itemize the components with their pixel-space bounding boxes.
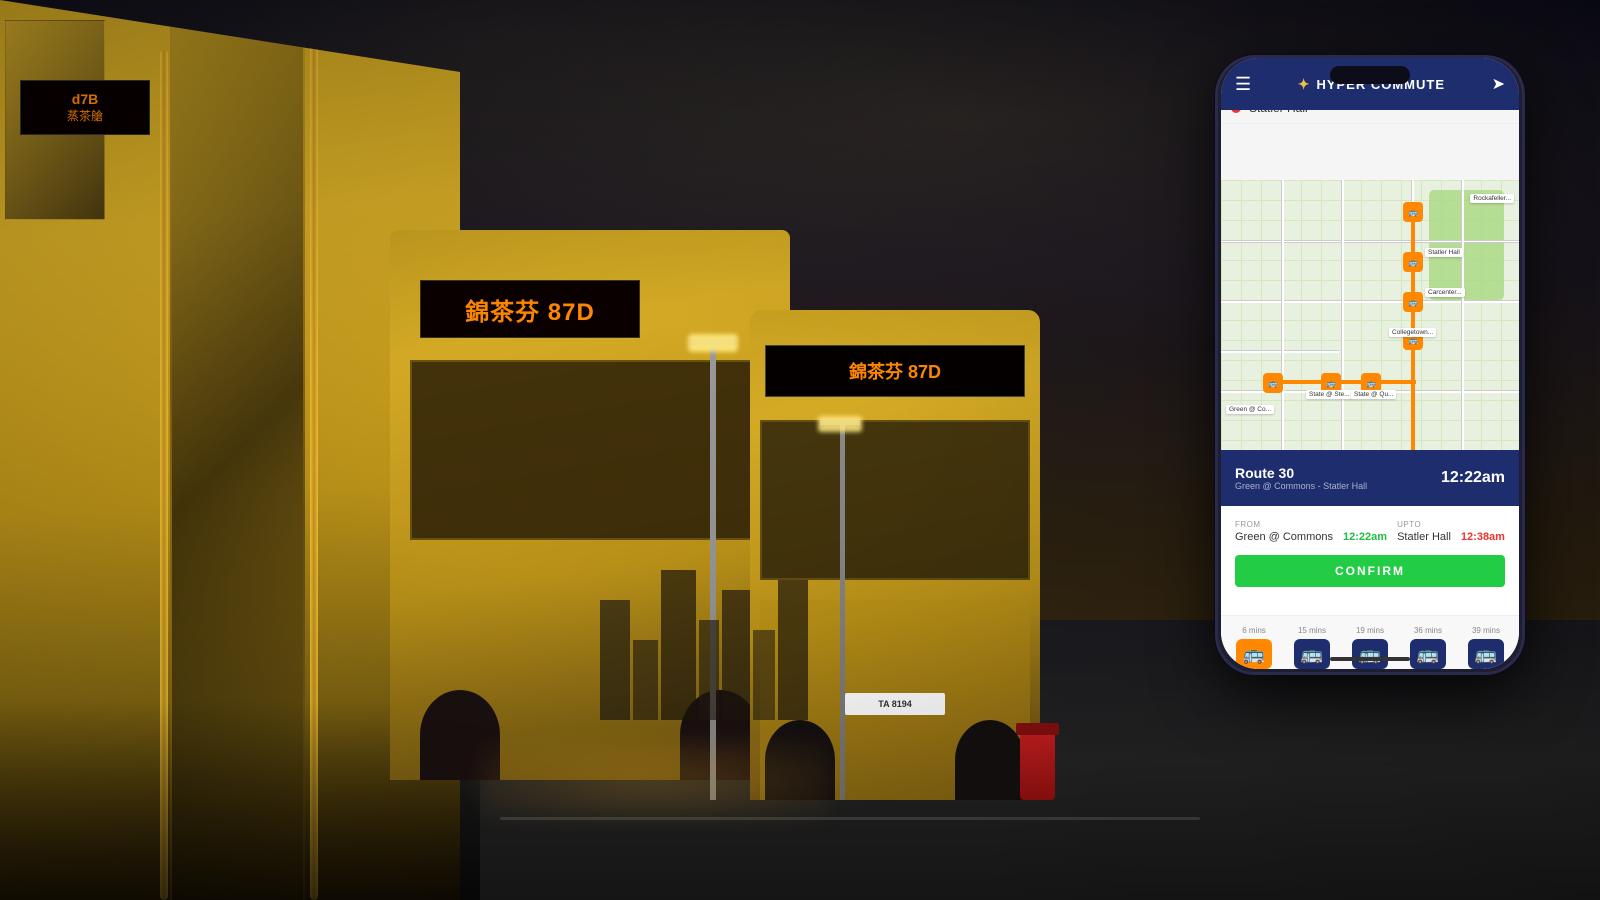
label-state-ste: State @ Ste... [1306,390,1353,399]
phone-mockup: ☰ ✦ HYPER COMMUTE ➤ Green @ Commons ✕ St… [1215,55,1525,675]
route-departure-time: 12:22am [1441,469,1505,487]
home-indicator [1330,657,1410,661]
marker-rockafeller: 🚌 [1403,202,1423,222]
navigation-icon[interactable]: ➤ [1492,74,1505,94]
booking-upto: UPTO Statler Hall [1397,520,1451,543]
nav-icon-1: 🚌 [1294,639,1330,669]
nav-time-3: 36 mins [1414,626,1442,635]
from-stop: Green @ Commons [1235,531,1333,543]
booking-from-time: 12:22am [1343,520,1387,543]
marker-carcenter: 🚌 [1403,292,1423,312]
map-road-h3 [1221,350,1339,353]
map-park [1429,190,1504,300]
label-state-qu: State @ Qu... [1351,390,1396,399]
route-number: Route 30 [1235,465,1367,481]
menu-icon[interactable]: ☰ [1235,74,1251,95]
star-icon: ✦ [1298,76,1311,93]
phone-body: ☰ ✦ HYPER COMMUTE ➤ Green @ Commons ✕ St… [1215,55,1525,675]
label-collegetown: Collegetown... [1389,328,1436,337]
nav-item-bus51[interactable]: 19 mins 🚌 Bus 51 [1346,626,1394,669]
map-road-v2 [1341,180,1344,450]
phone-notch [1330,66,1410,84]
marker-statler: 🚌 [1403,252,1423,272]
from-time-label [1343,520,1387,529]
nav-time-1: 15 mins [1298,626,1326,635]
nav-icon-3: 🚌 [1410,639,1446,669]
phone-screen: ☰ ✦ HYPER COMMUTE ➤ Green @ Commons ✕ St… [1221,58,1519,669]
route-info-left: Route 30 Green @ Commons - Statler Hall [1235,465,1367,491]
label-statler: Statler Hall [1425,248,1463,257]
from-time: 12:22am [1343,531,1387,543]
nav-item-bus17[interactable]: 39 mins 🚌 Bus 17 [1462,626,1510,669]
map-view[interactable]: 🚌 🚌 🚌 🚌 🚌 🚌 🚌 Rockafeller... Statler Hal… [1221,180,1519,450]
nav-time-4: 39 mins [1472,626,1500,635]
nav-item-bus30-2[interactable]: 36 mins 🚌 Bus 30 [1404,626,1452,669]
bottom-navigation: 6 mins 🚌 Bus 30 15 mins 🚌 Bus 11 19 mins… [1221,616,1519,669]
nav-icon-4: 🚌 [1468,639,1504,669]
route-stops: Green @ Commons - Statler Hall [1235,481,1367,491]
upto-stop: Statler Hall [1397,531,1451,543]
booking-details-row: FROM Green @ Commons 12:22am UPTO Statle… [1235,520,1505,543]
map-road-v1 [1281,180,1284,450]
nav-items-row: 6 mins 🚌 Bus 30 15 mins 🚌 Bus 11 19 mins… [1225,626,1515,669]
upto-label: UPTO [1397,520,1451,529]
nav-item-bus30-active[interactable]: 6 mins 🚌 Bus 30 [1230,626,1278,669]
upto-time: 12:38am [1461,531,1505,543]
nav-time-0: 6 mins [1242,626,1266,635]
confirm-button[interactable]: CONFIRM [1235,555,1505,587]
booking-upto-time: 12:38am [1461,520,1505,543]
nav-icon-0: 🚌 [1236,639,1272,669]
map-road-h1 [1221,240,1519,243]
route-info-bar: Route 30 Green @ Commons - Statler Hall … [1221,450,1519,506]
map-road-v4 [1461,180,1464,450]
booking-from: FROM Green @ Commons [1235,520,1333,543]
nav-time-2: 19 mins [1356,626,1384,635]
marker-green: 🚌 [1263,373,1283,393]
upto-time-label [1461,520,1505,529]
from-label: FROM [1235,520,1333,529]
nav-icon-2: 🚌 [1352,639,1388,669]
route-line-h [1271,380,1416,384]
label-carcenter: Carcenter... [1425,288,1465,297]
booking-area: FROM Green @ Commons 12:22am UPTO Statle… [1221,506,1519,616]
nav-item-bus11[interactable]: 15 mins 🚌 Bus 11 [1288,626,1336,669]
label-green: Green @ Co... [1226,405,1274,414]
map-road-h2 [1221,300,1519,303]
label-rockafeller: Rockafeller... [1470,194,1514,203]
